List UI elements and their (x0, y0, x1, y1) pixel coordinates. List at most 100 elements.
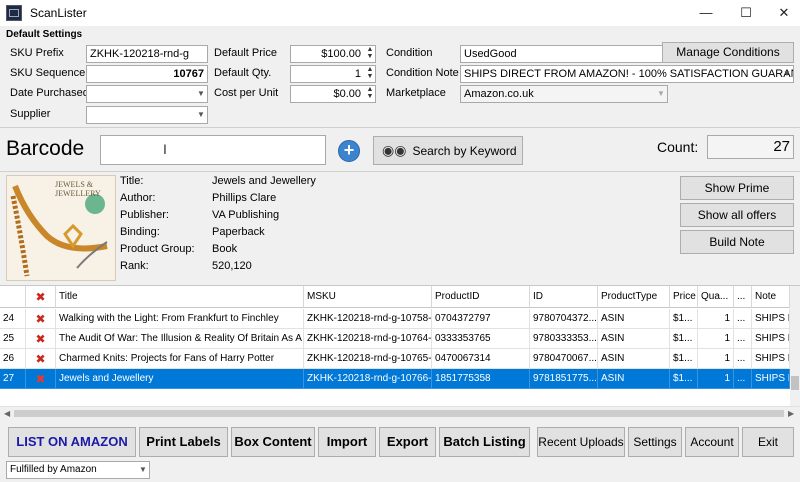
barcode-input[interactable] (100, 135, 326, 165)
condition-note-select[interactable]: SHIPS DIRECT FROM AMAZON! - 100% SATISFA… (460, 65, 794, 83)
manage-conditions-button[interactable]: Manage Conditions (662, 42, 794, 63)
default-price-input[interactable]: $100.00 (290, 45, 376, 63)
product-group-value: Book (212, 243, 238, 255)
sku-prefix-label: SKU Prefix (10, 47, 64, 59)
column-header-note[interactable]: Note (752, 286, 790, 308)
cell-title: Walking with the Light: From Frankfurt t… (56, 309, 304, 329)
sku-sequence-input[interactable]: 10767 (86, 65, 208, 83)
default-qty-input[interactable]: 1 (290, 65, 376, 83)
condition-note-label: Condition Note (386, 67, 459, 79)
column-header-price[interactable]: Price (670, 286, 698, 308)
title-value: Jewels and Jewellery (212, 175, 316, 187)
cell-price: $1... (670, 329, 698, 349)
scroll-left-icon[interactable]: ◀ (4, 409, 10, 418)
vertical-scroll-thumb[interactable] (791, 376, 799, 390)
cell-title: Charmed Knits: Projects for Fans of Harr… (56, 349, 304, 369)
cell-note: SHIPS D (752, 309, 790, 329)
cell-note: SHIPS D (752, 349, 790, 369)
show-all-offers-button[interactable]: Show all offers (680, 203, 794, 227)
column-header-extra[interactable]: ... (734, 286, 752, 308)
cell-id: 9781851775... (530, 369, 598, 389)
column-header-title[interactable]: Title (56, 286, 304, 308)
row-number: 26 (0, 349, 26, 369)
cell-quantity: 1 (698, 369, 734, 389)
product-details: JEWELS & JEWELLERY Title: Jewels and Jew… (0, 172, 800, 282)
count-value: 27 (707, 135, 794, 159)
minimize-button[interactable]: — (690, 0, 722, 26)
supplier-select[interactable] (86, 106, 208, 124)
table-row[interactable]: 25 ✖ The Audit Of War: The Illusion & Real… (0, 329, 790, 349)
condition-note-dropdown-icon[interactable]: ▼ (783, 69, 791, 78)
supplier-dropdown-icon[interactable]: ▼ (197, 110, 205, 119)
add-button[interactable]: + (338, 140, 360, 162)
qty-spinner-icon[interactable]: ▲ ▼ (366, 66, 374, 80)
cell-extra: ... (734, 309, 752, 329)
column-header-id[interactable]: ID (530, 286, 598, 308)
column-header-producttype[interactable]: ProductType (598, 286, 670, 308)
cell-note: SHIPS D (752, 369, 790, 389)
app-icon (6, 5, 22, 21)
cell-msku: ZKHK-120218-rnd-g-10765-... (304, 349, 432, 369)
cell-note: SHIPS D (752, 329, 790, 349)
marketplace-dropdown-icon[interactable]: ▼ (657, 89, 665, 98)
table-row[interactable]: 26 ✖ Charmed Knits: Projects for Fans of H… (0, 349, 790, 369)
row-number: 24 (0, 309, 26, 329)
cost-per-unit-input[interactable]: $0.00 (290, 85, 376, 103)
product-group-label: Product Group: (120, 243, 195, 255)
show-prime-button[interactable]: Show Prime (680, 176, 794, 200)
marketplace-label: Marketplace (386, 87, 446, 99)
price-spinner-icon[interactable]: ▲ ▼ (366, 46, 374, 60)
cell-id: 9780470067... (530, 349, 598, 369)
delete-row-icon[interactable]: ✖ (26, 329, 56, 349)
sku-prefix-input[interactable]: ZKHK-120218-rnd-g (86, 45, 208, 63)
default-qty-label: Default Qty. (214, 67, 272, 79)
title-label: Title: (120, 175, 144, 187)
column-header-quantity[interactable]: Qua... (698, 286, 734, 308)
cost-spinner-icon[interactable]: ▲ ▼ (366, 86, 374, 100)
list-on-amazon-button[interactable]: LIST ON AMAZON (8, 427, 136, 457)
delete-column-header: ✖ (26, 286, 56, 308)
window-title: ScanLister (30, 6, 87, 20)
scroll-right-icon[interactable]: ▶ (788, 409, 794, 418)
search-by-keyword-button[interactable]: ◉◉ Search by Keyword (373, 136, 523, 165)
date-dropdown-icon[interactable]: ▼ (197, 89, 205, 98)
table-row[interactable]: 24 ✖ Walking with the Light: From Frankfur… (0, 309, 790, 329)
account-button[interactable]: Account (685, 427, 739, 457)
default-settings-panel: Default Settings SKU Prefix ZKHK-120218-… (0, 26, 800, 128)
delete-row-icon[interactable]: ✖ (26, 349, 56, 369)
column-header-productid[interactable]: ProductID (432, 286, 530, 308)
fulfillment-dropdown-icon[interactable]: ▼ (139, 465, 147, 474)
vertical-scrollbar[interactable] (790, 286, 800, 406)
build-note-button[interactable]: Build Note (680, 230, 794, 254)
recent-uploads-button[interactable]: Recent Uploads (537, 427, 625, 457)
cell-price: $1... (670, 309, 698, 329)
settings-button[interactable]: Settings (628, 427, 682, 457)
maximize-button[interactable]: ☐ (730, 0, 762, 26)
horizontal-scrollbar[interactable]: ◀ ▶ (0, 406, 800, 420)
date-purchased-picker[interactable] (86, 85, 208, 103)
cell-producttype: ASIN (598, 329, 670, 349)
import-button[interactable]: Import (318, 427, 376, 457)
close-button[interactable]: ✕ (768, 0, 800, 26)
supplier-label: Supplier (10, 108, 51, 120)
rank-value: 520,120 (212, 260, 252, 272)
condition-select[interactable]: UsedGood (460, 45, 666, 63)
author-value: Phillips Clare (212, 192, 277, 204)
delete-row-icon[interactable]: ✖ (26, 369, 56, 389)
barcode-bar: Barcode I + ◉◉ Search by Keyword Count: 2… (0, 128, 800, 172)
horizontal-scroll-thumb[interactable] (14, 410, 784, 417)
table-row[interactable]: 27 ✖ Jewels and Jewellery ZKHK-120218-rnd-g… (0, 369, 790, 389)
delete-row-icon[interactable]: ✖ (26, 309, 56, 329)
batch-listing-button[interactable]: Batch Listing (439, 427, 530, 457)
cell-productid: 0333353765 (432, 329, 530, 349)
column-header-msku[interactable]: MSKU (304, 286, 432, 308)
publisher-value: VA Publishing (212, 209, 280, 221)
export-button[interactable]: Export (379, 427, 436, 457)
cell-price: $1... (670, 349, 698, 369)
print-labels-button[interactable]: Print Labels (139, 427, 228, 457)
exit-button[interactable]: Exit (742, 427, 794, 457)
fulfillment-select[interactable]: Fulfilled by Amazon (6, 461, 150, 479)
cell-extra: ... (734, 349, 752, 369)
box-content-button[interactable]: Box Content (231, 427, 315, 457)
marketplace-select[interactable]: Amazon.co.uk (460, 85, 668, 103)
